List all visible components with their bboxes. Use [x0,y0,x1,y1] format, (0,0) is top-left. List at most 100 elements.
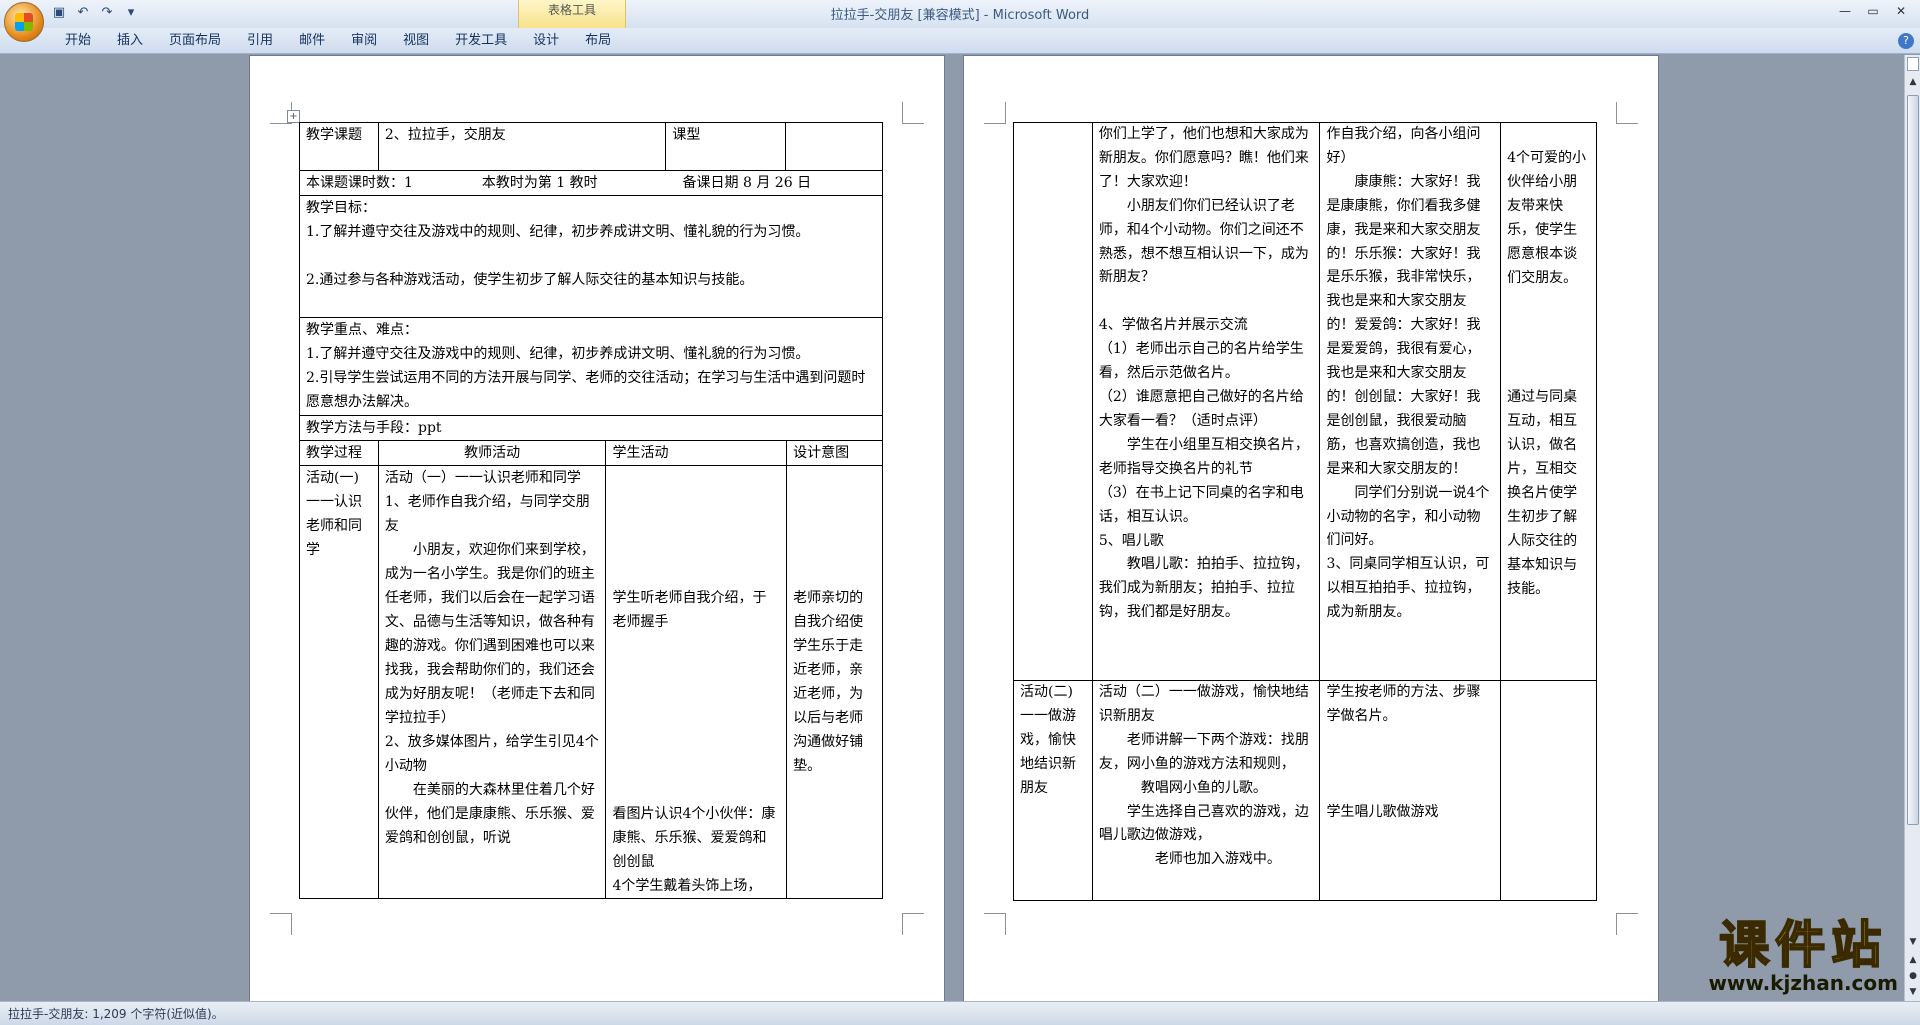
header-teacher[interactable]: 教师活动 [377,440,607,466]
window-title: 拉拉手-交朋友 [兼容模式] - Microsoft Word [830,8,1090,23]
teacher-line: （2）谁愿意把自己做好的名片给大家看一看？（适时点评） [1098,389,1304,429]
teacher-line: 小朋友，欢迎你们来到学校，成为一名小学生。我是你们的班主任老师，我们以后会在一起… [384,542,595,726]
type-label[interactable]: 课型 [665,122,787,171]
student-line: 康康熊：大家好！我是康康熊，你们看我多健康，我是来和大家交朋友的！乐乐猴：大家好… [1326,173,1481,477]
ribbon-tabs: 开始 插入 页面布局 引用 邮件 审阅 视图 开发工具 设计 布局 [52,31,624,51]
activity-2-label: 活动(二)一一做游戏，愉快地结识新朋友 [1020,684,1076,796]
key-title: 教学重点、难点： [306,322,418,338]
design-line: 通过与同桌互动，相互认识，做名片，互相交换名片使学生初步了解人际交往的基本知识与… [1507,389,1578,597]
type-label-text: 课型 [672,127,701,143]
tab-home[interactable]: 开始 [52,31,104,51]
ruler-toggle-icon[interactable] [1907,57,1919,71]
teacher-line: 教唱网小鱼的儿歌。 [1098,779,1267,796]
ribbon: 开始 插入 页面布局 引用 邮件 审阅 视图 开发工具 设计 布局 ? [0,28,1920,54]
previous-page-icon[interactable]: ▲ [1907,953,1919,967]
current-text: 本教时为第 1 教时 [481,175,598,191]
teacher-line: 活动（二）一一做游戏，愉快地结识新朋友 [1098,684,1309,724]
teacher-line: 在美丽的大森林里住着几个好伙伴，他们是康康熊、乐乐猴、爱爱鸽和创创鼠，听说 [384,782,595,846]
student-line: 3、同桌同学相互认识，可以相互拍拍手、拉拉钩，成为新朋友。 [1326,556,1490,621]
key-2: 2.引导学生尝试运用不同的方法开展与同学、老师的交往活动；在学习与生活中遇到问题… [306,370,866,410]
tab-developer[interactable]: 开发工具 [442,31,520,51]
vertical-scrollbar[interactable]: ▲ ▼ ▲ ● ▼ [1904,55,1920,1001]
design-intent-2-cell[interactable] [1500,680,1597,901]
header-process[interactable]: 教学过程 [299,440,379,466]
method-row[interactable]: 教学方法与手段：ppt [299,415,883,441]
help-icon[interactable]: ? [1898,33,1914,49]
teacher-line: 5、唱儿歌 [1098,532,1164,549]
teacher-line: 活动（一）一一认识老师和同学 [384,470,581,486]
teacher-activity-2-cell[interactable]: 活动（二）一一做游戏，愉快地结识新朋友 老师讲解一下两个游戏：找朋友，网小鱼的游… [1091,680,1321,901]
teacher-line: 小朋友们你们已经认识了老师，和4个小动物。你们之间还不熟悉，想不想互相认识一下，… [1098,197,1309,286]
status-bar: 拉拉手-交朋友: 1,209 个字符(近似值)。 [0,1001,1920,1025]
design-intent-cell[interactable]: 老师亲切的自我介绍使学生乐于走近老师，亲近老师，为以后与老师沟通做好铺垫。 [786,465,883,899]
process-table: 教学过程 教师活动 学生活动 设计意图 活动(一)一一认识老师和同学 活动（一）… [299,440,883,899]
crop-mark [1616,913,1638,935]
office-button[interactable] [4,2,44,42]
header-design[interactable]: 设计意图 [786,440,883,466]
crop-mark [902,102,924,124]
teacher-line: 2、放多媒体图片，给学生引见4个小动物 [384,734,599,774]
type-cell[interactable] [785,122,883,171]
tab-references[interactable]: 引用 [234,31,286,51]
subject-text: 2、拉拉手，交朋友 [384,127,506,143]
tab-view[interactable]: 视图 [390,31,442,51]
subject-label-text: 教学课题 [306,127,362,143]
student-activity-2-cell[interactable]: 学生按老师的方法、步骤学做名片。 学生唱儿歌做游戏 [1319,680,1502,901]
minimize-icon[interactable]: — [1832,2,1858,20]
scroll-down-icon[interactable]: ▼ [1907,935,1919,949]
header-design-text: 设计意图 [793,445,850,461]
page-2: 你们上学了，他们也想和大家成为新朋友。你们愿意吗？瞧！他们来了！大家欢迎！ 小朋… [963,55,1659,1001]
tab-layout[interactable]: 布局 [572,31,624,51]
header-process-text: 教学过程 [306,445,362,461]
activity-2-label-cell[interactable]: 活动(二)一一做游戏，愉快地结识新朋友 [1013,680,1093,901]
goals-title: 教学目标： [306,200,376,216]
office-logo-icon [15,13,33,31]
header-student[interactable]: 学生活动 [605,440,788,466]
subject-label[interactable]: 教学课题 [299,122,379,171]
key-points-cell[interactable]: 教学重点、难点： 1.了解并遵守交往及游戏中的规则、纪律，初步养成讲文明、懂礼貌… [299,317,883,416]
student-line: 看图片认识4个小伙伴：康康熊、乐乐猴、爱爱鸽和创创鼠 [612,806,776,870]
activity-1-label: 活动(一)一一认识老师和同学 [306,470,362,558]
teacher-line: 1、老师作自我介绍，与同学交朋友 [384,494,590,534]
teacher-line: 老师讲解一下两个游戏：找朋友，网小鱼的游戏方法和规则， [1098,731,1309,772]
tab-insert[interactable]: 插入 [104,31,156,51]
lesson-plan-table: 教学课题 2、拉拉手，交朋友 课型 本课题课时数：1 本教时为第 1 教时 备课… [299,122,883,441]
teacher-activity-cell[interactable]: 活动（一）一一认识老师和同学 1、老师作自我介绍，与同学交朋友 小朋友，欢迎你们… [377,465,607,899]
activity-cell-empty[interactable] [1013,122,1093,681]
scroll-up-icon[interactable]: ▲ [1907,75,1919,89]
design-intent-cell[interactable]: 4个可爱的小伙伴给小朋友带来快乐，使学生愿意根本谈们交朋友。 通过与同桌互动，相… [1500,122,1597,681]
next-page-icon[interactable]: ▼ [1907,985,1919,999]
teacher-line: （3）在书上记下同桌的名字和电话，相互认识。 [1098,484,1304,525]
teacher-line: 老师也加入游戏中。 [1098,851,1281,868]
student-line: 学生按老师的方法、步骤学做名片。 [1326,684,1481,724]
title-bar: ▣ ↶ ↷ ▾ 表格工具 拉拉手-交朋友 [兼容模式] - Microsoft … [0,0,1920,28]
student-line: 学生唱儿歌做游戏 [1326,803,1439,820]
activity-1-label-cell[interactable]: 活动(一)一一认识老师和同学 [299,465,379,899]
hours-row[interactable]: 本课题课时数：1 本教时为第 1 教时 备课日期 8 月 26 日 [299,170,883,196]
goals-cell[interactable]: 教学目标： 1.了解并遵守交往及游戏中的规则、纪律，初步养成讲文明、懂礼貌的行为… [299,195,883,318]
browse-object-icon[interactable]: ● [1907,969,1919,983]
teacher-line: 教唱儿歌：拍拍手、拉拉钩，我们成为新朋友；拍拍手、拉拉钩，我们都是好朋友。 [1098,556,1309,621]
tab-review[interactable]: 审阅 [338,31,390,51]
process-table-continued: 你们上学了，他们也想和大家成为新朋友。你们愿意吗？瞧！他们来了！大家欢迎！ 小朋… [1013,122,1597,901]
key-1: 1.了解并遵守交往及游戏中的规则、纪律，初步养成讲文明、懂礼貌的行为习惯。 [306,346,810,362]
teacher-activity-cell[interactable]: 你们上学了，他们也想和大家成为新朋友。你们愿意吗？瞧！他们来了！大家欢迎！ 小朋… [1091,122,1321,681]
maximize-icon[interactable]: ▭ [1860,2,1886,20]
tab-page-layout[interactable]: 页面布局 [156,31,234,51]
scroll-thumb[interactable] [1907,95,1919,825]
close-icon[interactable]: ✕ [1888,2,1914,20]
hours-text: 本课题课时数：1 [306,175,413,191]
watermark-url: www.kjzhan.com [1708,971,1898,995]
tab-mailings[interactable]: 邮件 [286,31,338,51]
tab-design[interactable]: 设计 [520,31,572,51]
teacher-line: 你们上学了，他们也想和大家成为新朋友。你们愿意吗？瞧！他们来了！大家欢迎！ [1098,126,1309,190]
student-activity-cell[interactable]: 学生听老师自我介绍，于老师握手 看图片认识4个小伙伴：康康熊、乐乐猴、爱爱鸽和创… [605,465,788,899]
subject-cell[interactable]: 2、拉拉手，交朋友 [377,122,667,171]
date-text: 备课日期 8 月 26 日 [682,175,812,191]
document-workspace: + 教学课题 2、拉拉手，交朋友 课型 本课题课时数：1 本教时为第 1 教时 … [0,55,1904,1001]
crop-mark [1616,102,1638,124]
teacher-line: （1）老师出示自己的名片给学生看，然后示范做名片。 [1098,341,1304,382]
student-activity-cell[interactable]: 作自我介绍，向各小组问好） 康康熊：大家好！我是康康熊，你们看我多健康，我是来和… [1319,122,1502,681]
goal-2: 2.通过参与各种游戏活动，使学生初步了解人际交往的基本知识与技能。 [306,272,754,288]
window-controls: — ▭ ✕ [1832,2,1914,20]
